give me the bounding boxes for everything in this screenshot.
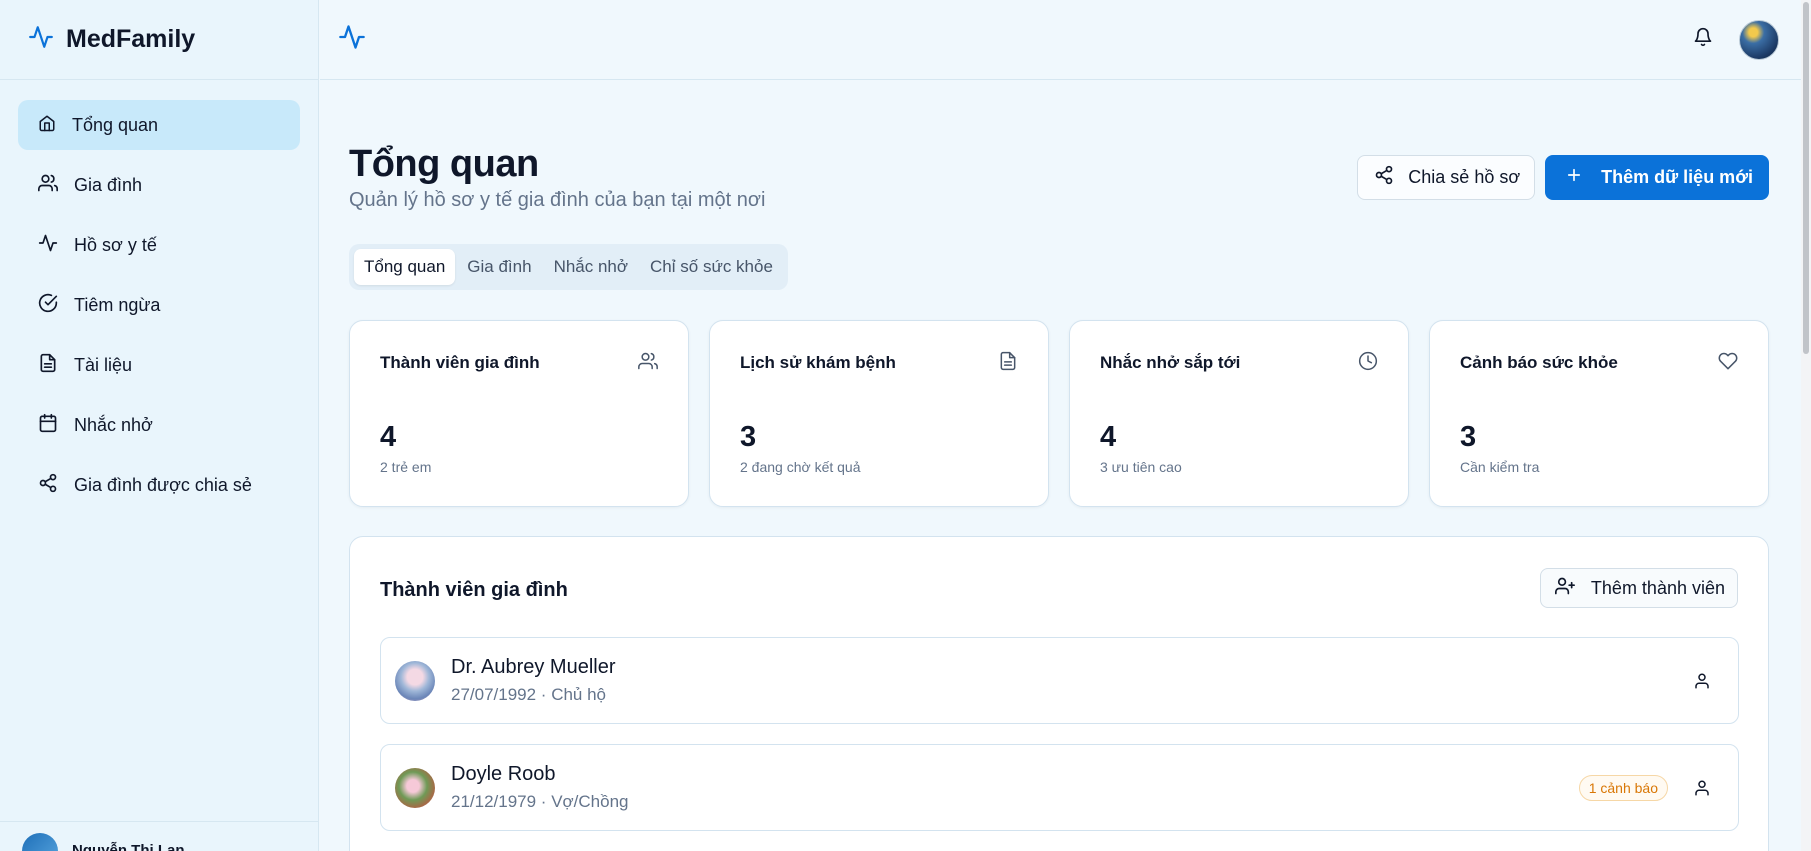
stat-title: Nhắc nhở sắp tới — [1100, 353, 1241, 372]
calendar-icon — [38, 413, 58, 438]
file-text-icon — [38, 353, 58, 378]
status-badge: 1 cảnh báo — [1578, 774, 1668, 801]
tab-family[interactable]: Gia đình — [457, 249, 541, 285]
sidebar-item-label: Tiêm ngừa — [74, 294, 161, 315]
file-text-icon — [998, 351, 1018, 376]
member-name: Doyle Roob — [451, 763, 556, 785]
avatar — [395, 767, 435, 808]
page-title: Tổng quan — [349, 143, 539, 185]
stats-cards: Thành viên gia đình 4 2 trẻ em Lịch sử k… — [349, 320, 1769, 507]
stat-card-medical-history[interactable]: Lịch sử khám bệnh 3 2 đang chờ kết quả — [709, 320, 1049, 507]
app-name: MedFamily — [66, 25, 196, 53]
clock-icon — [1358, 351, 1378, 376]
member-meta: 21/12/1979 · Vợ/Chồng — [451, 792, 629, 811]
sidebar-item-label: Gia đình được chia sẻ — [74, 474, 252, 495]
sidebar-item-label: Hồ sơ y tế — [74, 234, 157, 255]
member-name: Dr. Aubrey Mueller — [451, 656, 616, 678]
tab-overview[interactable]: Tổng quan — [354, 249, 456, 285]
pulse-logo-icon — [28, 24, 54, 55]
sidebar-item-vaccination[interactable]: Tiêm ngừa — [18, 280, 300, 330]
scrollbar-thumb[interactable] — [1803, 2, 1809, 354]
add-member-button[interactable]: Thêm thành viên — [1539, 568, 1738, 608]
sidebar-item-label: Tổng quan — [72, 114, 159, 135]
topbar — [320, 0, 1801, 80]
sidebar-item-label: Gia đình — [74, 174, 143, 195]
stat-card-upcoming-reminders[interactable]: Nhắc nhở sắp tới 4 3 ưu tiên cao — [1069, 320, 1409, 507]
user-icon[interactable] — [1690, 776, 1714, 800]
sidebar-item-documents[interactable]: Tài liệu — [18, 340, 300, 390]
sidebar-item-label: Nhắc nhở — [74, 414, 153, 435]
sidebar-item-family[interactable]: Gia đình — [18, 160, 300, 210]
stat-note: 2 đang chờ kết quả — [740, 459, 861, 475]
avatar — [395, 660, 435, 701]
sidebar: MedFamily Tổng quan Gia đình Hồ sơ y tế … — [0, 0, 319, 851]
sidebar-nav: Tổng quan Gia đình Hồ sơ y tế Tiêm ngừa … — [0, 80, 318, 540]
avatar — [22, 833, 58, 851]
avatar[interactable] — [1739, 19, 1779, 60]
tab-bar: Tổng quan Gia đình Nhắc nhở Chỉ số sức k… — [349, 244, 788, 290]
family-members-panel: Thành viên gia đình Thêm thành viên Dr. … — [349, 536, 1769, 851]
stat-card-health-alerts[interactable]: Cảnh báo sức khỏe 3 Cần kiểm tra — [1429, 320, 1769, 507]
brand[interactable]: MedFamily — [0, 0, 318, 80]
stat-title: Thành viên gia đình — [380, 353, 540, 372]
plus-icon — [1565, 166, 1583, 189]
stat-title: Lịch sử khám bệnh — [740, 353, 896, 372]
sidebar-item-label: Tài liệu — [74, 354, 133, 375]
stat-note: 2 trẻ em — [380, 459, 432, 475]
home-icon — [38, 114, 56, 137]
header-actions: Chia sẻ hồ sơ Thêm dữ liệu mới — [1357, 155, 1769, 200]
section-title: Thành viên gia đình — [380, 579, 568, 601]
stat-note: Cần kiểm tra — [1460, 459, 1540, 475]
member-meta: 27/07/1992 · Chủ hộ — [451, 685, 607, 704]
page-subtitle: Quản lý hồ sơ y tế gia đình của bạn tại … — [349, 189, 766, 211]
sidebar-item-shared-families[interactable]: Gia đình được chia sẻ — [18, 460, 300, 510]
check-circle-icon — [38, 293, 58, 318]
sidebar-item-medical-records[interactable]: Hồ sơ y tế — [18, 220, 300, 270]
users-icon — [38, 173, 59, 198]
add-data-label: Thêm dữ liệu mới — [1601, 167, 1753, 187]
stat-note: 3 ưu tiên cao — [1100, 459, 1182, 475]
add-member-label: Thêm thành viên — [1590, 577, 1725, 598]
bell-icon — [1693, 27, 1713, 52]
user-name: Nguyễn Thị Lan — [72, 842, 185, 851]
tab-reminders[interactable]: Nhắc nhở — [544, 249, 638, 285]
activity-icon — [38, 233, 58, 258]
stat-value: 3 — [740, 421, 757, 453]
pulse-icon — [338, 23, 366, 56]
heart-icon — [1718, 351, 1738, 376]
stat-title: Cảnh báo sức khỏe — [1460, 353, 1618, 372]
scrollbar[interactable] — [1801, 0, 1811, 851]
sidebar-item-reminders[interactable]: Nhắc nhở — [18, 400, 300, 450]
share-icon — [38, 473, 58, 498]
users-icon — [638, 351, 658, 376]
list-item[interactable]: Dr. Aubrey Mueller 27/07/1992 · Chủ hộ — [380, 637, 1739, 724]
stat-value: 4 — [1100, 421, 1117, 453]
user-profile[interactable]: Nguyễn Thị Lan — [0, 821, 319, 851]
stat-card-family-members[interactable]: Thành viên gia đình 4 2 trẻ em — [349, 320, 689, 507]
stat-value: 4 — [380, 421, 397, 453]
list-item[interactable]: Doyle Roob 21/12/1979 · Vợ/Chồng 1 cảnh … — [380, 744, 1739, 831]
add-data-button[interactable]: Thêm dữ liệu mới — [1545, 155, 1769, 200]
share-profile-button[interactable]: Chia sẻ hồ sơ — [1357, 155, 1536, 200]
stat-value: 3 — [1460, 421, 1477, 453]
user-plus-icon — [1554, 576, 1575, 601]
notification-button[interactable] — [1687, 24, 1719, 56]
sidebar-item-overview[interactable]: Tổng quan — [18, 100, 300, 150]
share-profile-label: Chia sẻ hồ sơ — [1408, 167, 1521, 187]
share-icon — [1374, 165, 1394, 190]
user-icon[interactable] — [1690, 669, 1714, 693]
tab-health-metrics[interactable]: Chỉ số sức khỏe — [640, 249, 783, 285]
